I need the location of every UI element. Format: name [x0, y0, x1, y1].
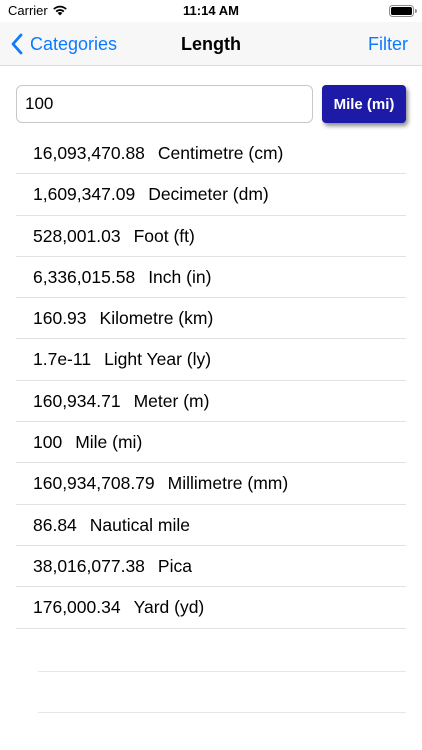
- results-list: 16,093,470.88 Centimetre (cm) 1,609,347.09…: [0, 133, 422, 629]
- converted-value: 6,336,015.58: [33, 266, 136, 287]
- list-item-text: 6,336,015.58 Inch (in): [33, 257, 211, 298]
- list-item-text: 38,016,077.38 Pica: [33, 546, 192, 587]
- unit-name: Light Year (ly): [104, 349, 212, 370]
- converted-value: 160,934.71: [33, 390, 121, 411]
- list-item[interactable]: 6,336,015.58 Inch (in): [0, 257, 422, 299]
- list-item[interactable]: 160,934,708.79 Millimetre (mm): [0, 463, 422, 505]
- converted-value: 38,016,077.38: [33, 555, 145, 576]
- unit-name: Nautical mile: [89, 514, 190, 535]
- unit-name: Centimetre (cm): [157, 143, 284, 163]
- unit-name: Yard (yd): [133, 597, 205, 618]
- list-separator: [38, 712, 406, 713]
- list-item[interactable]: 1.7e-11 Light Year (ly): [0, 339, 422, 382]
- list-item[interactable]: 1,609,347.09 Decimeter (dm): [0, 174, 422, 216]
- list-item[interactable]: 38,016,077.38 Pica: [0, 546, 422, 588]
- value-input[interactable]: [16, 85, 313, 123]
- list-item-text: 160,934.71 Meter (m): [33, 381, 209, 422]
- list-item-text: 176,000.34 Yard (yd): [33, 587, 204, 628]
- list-item-text: 16,093,470.88 Centimetre (cm): [33, 133, 283, 174]
- list-item-text: 86.84 Nautical mile: [33, 505, 190, 546]
- list-item[interactable]: 100 Mile (mi): [0, 422, 422, 464]
- back-button-label: Categories: [30, 33, 118, 54]
- unit-name: Millimetre (mm): [167, 473, 289, 494]
- list-item-text: 528,001.03 Foot (ft): [33, 216, 195, 257]
- unit-name: Foot (ft): [133, 225, 195, 246]
- converted-value: 100: [33, 432, 63, 453]
- list-separator: [38, 671, 406, 672]
- converted-value: 160,934,708.79: [33, 473, 155, 494]
- filter-button[interactable]: Filter: [368, 22, 408, 66]
- converted-value: 528,001.03: [33, 225, 121, 246]
- status-bar: Carrier 11:14 AM: [0, 0, 422, 22]
- converter-input-row: Mile (mi): [0, 66, 422, 136]
- battery-icon: [389, 5, 417, 17]
- converted-value: 1.7e-11: [33, 349, 92, 370]
- converted-value: 160.93: [33, 308, 87, 329]
- list-item[interactable]: 528,001.03 Foot (ft): [0, 216, 422, 258]
- list-item[interactable]: 160,934.71 Meter (m): [0, 381, 422, 423]
- list-item[interactable]: 16,093,470.88 Centimetre (cm): [0, 133, 422, 175]
- list-item-text: 100 Mile (mi): [33, 422, 142, 463]
- unit-name: Pica: [157, 555, 192, 576]
- list-item-text: 160,934,708.79 Millimetre (mm): [33, 463, 288, 504]
- list-item[interactable]: 176,000.34 Yard (yd): [0, 587, 422, 629]
- chevron-left-icon: [11, 33, 23, 55]
- converted-value: 1,609,347.09: [33, 184, 136, 205]
- back-button[interactable]: Categories: [10, 22, 117, 66]
- converted-value: 176,000.34: [33, 597, 121, 618]
- unit-name: Decimeter (dm): [148, 184, 269, 205]
- navigation-bar: Categories Length Filter: [0, 22, 422, 66]
- unit-name: Inch (in): [148, 266, 212, 287]
- list-item-text: 1.7e-11 Light Year (ly): [33, 339, 211, 380]
- list-item[interactable]: 86.84 Nautical mile: [0, 505, 422, 547]
- unit-name: Mile (mi): [75, 432, 143, 453]
- unit-select-button[interactable]: Mile (mi): [322, 85, 406, 123]
- list-item-text: 1,609,347.09 Decimeter (dm): [33, 174, 269, 215]
- list-item[interactable]: 160.93 Kilometre (km): [0, 298, 422, 340]
- list-item-text: 160.93 Kilometre (km): [33, 298, 213, 339]
- status-time: 11:14 AM: [183, 3, 239, 18]
- unit-name: Kilometre (km): [99, 308, 214, 329]
- unit-name: Meter (m): [133, 390, 210, 411]
- converted-value: 16,093,470.88: [33, 143, 145, 163]
- converted-value: 86.84: [33, 514, 77, 535]
